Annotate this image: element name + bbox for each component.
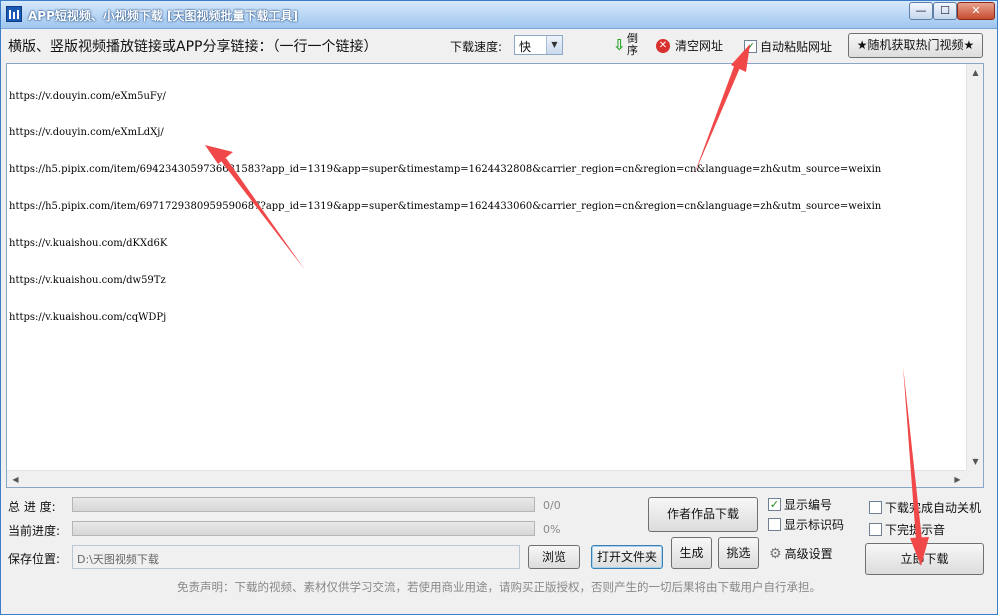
download-now-button[interactable]: 立即下载 [865,543,984,575]
reverse-order-button[interactable]: ⇩ 倒序 [611,33,641,59]
current-progress-value: 0% [543,523,561,536]
clear-urls-button[interactable]: ✕ 清空网址 [656,37,723,55]
maximize-button[interactable]: ☐ [933,2,957,20]
scroll-left-icon[interactable]: ◀ [7,471,24,488]
gear-icon: ⚙ [769,545,782,562]
close-icon: ✕ [971,4,981,17]
scroll-right-icon[interactable]: ▶ [949,471,966,488]
open-folder-button[interactable]: 打开文件夹 [591,545,663,569]
title-bar[interactable]: APP短视频、小视频下载 [天图视频批量下载工具] — ☐ ✕ [1,1,997,29]
speed-select[interactable]: 快 ▼ [514,35,563,55]
browse-button[interactable]: 浏览 [528,545,580,569]
sound-alert-checkbox[interactable]: 下完提示音 [869,521,945,538]
url-line: https://v.kuaishou.com/dKXd6K [9,238,168,250]
generate-button[interactable]: 生成 [671,537,712,569]
save-path-input[interactable]: D:\天图视频下载 [72,545,520,569]
current-progress-bar [72,521,535,536]
sound-alert-label: 下完提示音 [885,523,946,537]
speed-label: 下载速度: [450,40,503,54]
url-line: https://v.kuaishou.com/dw59Tz [9,275,166,287]
show-number-check-icon[interactable]: ✓ [768,498,781,511]
url-line: https://v.douyin.com/eXm5uFy/ [9,90,166,102]
maximize-icon: ☐ [940,4,950,17]
minimize-icon: — [915,4,927,17]
total-progress-value: 0/0 [543,499,561,512]
vertical-scrollbar[interactable]: ▲ ▼ [966,64,983,470]
advanced-settings-label: 高级设置 [784,547,833,561]
show-number-label: 显示编号 [784,498,833,512]
random-hot-videos-button[interactable]: ★随机获取热门视频★ [848,33,983,58]
total-progress-bar [72,497,535,512]
reverse-order-label: 倒序 [627,32,638,57]
url-line: https://h5.pipix.com/item/69717293809595… [9,201,882,213]
disclaimer-text: 免责声明：下载的视频、素材仅供学习交流，若使用商业用途，请购买正版授权，否则产生… [177,580,821,594]
status-bar [1,599,997,614]
auto-shutdown-label: 下载完成自动关机 [885,501,982,515]
url-line: https://h5.pipix.com/item/69423430597366… [9,164,882,176]
author-works-download-button[interactable]: 作者作品下载 [648,497,758,532]
show-id-check-icon[interactable] [768,518,781,531]
close-button[interactable]: ✕ [957,2,995,20]
total-progress-label: 总 进 度: [8,500,56,514]
clear-icon: ✕ [656,38,670,53]
link-input-label: 横版、竖版视频播放链接或APP分享链接：（一行一个链接） [8,39,378,55]
auto-shutdown-check-icon[interactable] [869,501,882,514]
scroll-up-icon[interactable]: ▲ [967,64,984,81]
url-line: https://v.kuaishou.com/cqWDPj [9,311,167,323]
url-line: https://v.douyin.com/eXmLdXj/ [9,127,164,139]
auto-paste-check-icon[interactable]: ✓ [744,40,757,53]
sound-alert-check-icon[interactable] [869,523,882,536]
scroll-down-icon[interactable]: ▼ [967,453,984,470]
horizontal-scrollbar[interactable]: ◀ ▶ [7,470,966,487]
show-number-checkbox[interactable]: ✓ 显示编号 [768,496,832,513]
show-id-checkbox[interactable]: 显示标识码 [768,516,844,533]
current-progress-label: 当前进度: [8,524,61,538]
window-title: APP短视频、小视频下载 [天图视频批量下载工具] [28,9,299,23]
save-path-value: D:\天图视频下载 [77,553,159,566]
save-location-label: 保存位置: [8,552,61,566]
chevron-down-icon[interactable]: ▼ [546,36,562,54]
scrollbar-corner [966,470,983,487]
clear-urls-label: 清空网址 [675,39,724,53]
app-window: APP短视频、小视频下载 [天图视频批量下载工具] — ☐ ✕ 横版、竖版视频播… [0,0,998,615]
app-logo-icon [6,6,22,22]
advanced-settings-button[interactable]: ⚙ 高级设置 [769,545,833,562]
down-arrow-icon: ⇩ [613,36,626,54]
url-textarea[interactable]: https://v.douyin.com/eXm5uFy/ https://v.… [6,63,984,488]
speed-value: 快 [519,40,532,54]
url-list[interactable]: https://v.douyin.com/eXm5uFy/ https://v.… [9,66,966,470]
auto-shutdown-checkbox[interactable]: 下载完成自动关机 [869,499,981,516]
pick-button[interactable]: 挑选 [718,537,759,569]
auto-paste-label: 自动粘贴网址 [760,40,833,54]
minimize-button[interactable]: — [909,2,933,20]
auto-paste-checkbox[interactable]: ✓ 自动粘贴网址 [744,38,832,55]
show-id-label: 显示标识码 [784,518,845,532]
